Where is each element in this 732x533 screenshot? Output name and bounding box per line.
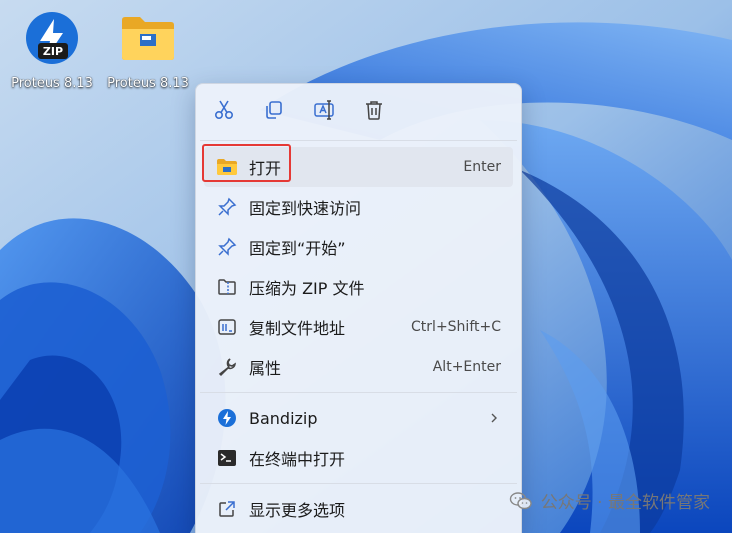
zip-icon bbox=[214, 276, 240, 298]
menu-item-pin-quick-access[interactable]: 固定到快速访问 bbox=[204, 187, 513, 227]
rename-icon bbox=[313, 99, 335, 125]
menu-item-open[interactable]: 打开 Enter bbox=[202, 144, 513, 187]
menu-item-label: 打开 bbox=[249, 159, 282, 178]
menu-item-label: Bandizip bbox=[249, 408, 318, 428]
chevron-right-icon bbox=[489, 412, 499, 424]
rename-button[interactable] bbox=[306, 94, 342, 130]
menu-item-label: 复制文件地址 bbox=[249, 319, 346, 338]
pin-icon bbox=[214, 236, 240, 258]
svg-text:ZIP: ZIP bbox=[43, 45, 63, 58]
context-menu-toolbar bbox=[196, 84, 521, 140]
desktop-icon-proteus-zip[interactable]: ZIP Proteus 8.13 bbox=[2, 8, 102, 96]
cut-button[interactable] bbox=[206, 94, 242, 130]
menu-item-label: 显示更多选项 bbox=[249, 501, 346, 520]
menu-item-shortcut: Alt+Enter bbox=[432, 359, 501, 375]
folder-icon bbox=[118, 8, 178, 68]
bandizip-icon bbox=[214, 407, 240, 429]
menu-item-label: 固定到快速访问 bbox=[249, 199, 362, 218]
copy-icon bbox=[263, 99, 285, 125]
delete-icon bbox=[363, 99, 385, 125]
watermark-text: 公众号 · 最全软件管家 bbox=[540, 493, 710, 513]
zip-archive-icon: ZIP bbox=[22, 8, 82, 68]
menu-item-label: 压缩为 ZIP 文件 bbox=[249, 279, 365, 298]
menu-item-shortcut: Enter bbox=[463, 159, 501, 175]
copy-button[interactable] bbox=[256, 94, 292, 130]
more-options-icon bbox=[214, 498, 240, 520]
wrench-icon bbox=[214, 356, 240, 378]
desktop-icon-label: Proteus 8.13 bbox=[107, 76, 189, 91]
menu-item-label: 固定到“开始” bbox=[249, 239, 346, 258]
terminal-icon bbox=[214, 447, 240, 469]
wechat-icon bbox=[509, 491, 533, 511]
desktop-icon-proteus-folder[interactable]: Proteus 8.13 bbox=[98, 8, 198, 96]
menu-item-shortcut: Ctrl+Shift+C bbox=[411, 319, 501, 335]
watermark: 公众号 · 最全软件管家 bbox=[509, 488, 710, 513]
menu-item-bandizip[interactable]: Bandizip bbox=[204, 398, 513, 438]
menu-item-copy-path[interactable]: 复制文件地址 Ctrl+Shift+C bbox=[204, 307, 513, 347]
context-menu: 打开 Enter 固定到快速访问 固定到“开始” 压缩为 ZIP 文件 复制文件… bbox=[195, 83, 522, 533]
menu-item-properties[interactable]: 属性 Alt+Enter bbox=[204, 347, 513, 387]
copy-path-icon bbox=[214, 316, 240, 338]
menu-item-pin-start[interactable]: 固定到“开始” bbox=[204, 227, 513, 267]
pin-icon bbox=[214, 196, 240, 218]
folder-icon bbox=[214, 156, 240, 178]
cut-icon bbox=[213, 99, 235, 125]
menu-item-show-more-options[interactable]: 显示更多选项 bbox=[204, 489, 513, 529]
menu-item-open-terminal[interactable]: 在终端中打开 bbox=[204, 438, 513, 478]
menu-item-compress-zip[interactable]: 压缩为 ZIP 文件 bbox=[204, 267, 513, 307]
desktop-icon-label: Proteus 8.13 bbox=[11, 76, 93, 91]
menu-item-label: 属性 bbox=[249, 359, 282, 378]
delete-button[interactable] bbox=[356, 94, 392, 130]
menu-item-label: 在终端中打开 bbox=[249, 450, 346, 469]
